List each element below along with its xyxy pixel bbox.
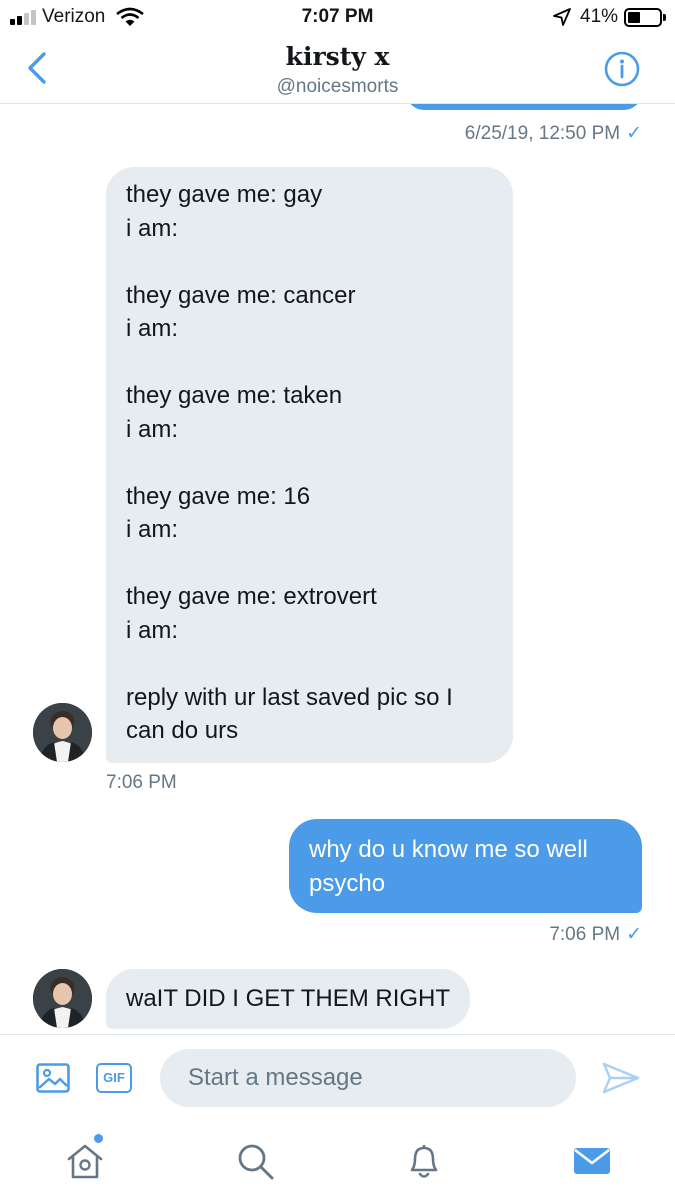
sent-message-bubble[interactable] [406, 104, 642, 110]
checkmark-icon: ✓ [626, 924, 642, 945]
image-icon[interactable] [36, 1063, 70, 1093]
timestamp-text: 7:06 PM [549, 924, 621, 945]
home-icon[interactable] [64, 1140, 106, 1182]
battery-level [628, 12, 640, 23]
battery-cap [663, 14, 666, 21]
notifications-icon[interactable] [403, 1140, 445, 1182]
location-arrow-icon [553, 8, 571, 26]
received-message-bubble[interactable]: they gave me: gay i am: they gave me: ca… [106, 167, 513, 763]
conversation-handle[interactable]: @noicesmorts [0, 76, 675, 98]
messages-icon[interactable] [571, 1140, 613, 1182]
battery-percent: 41% [580, 6, 619, 27]
conversation-header: kirsty x @noicesmorts [0, 36, 675, 104]
checkmark-icon: ✓ [626, 123, 642, 144]
timestamp-text: 6/25/19, 12:50 PM [464, 123, 621, 144]
battery-icon [624, 8, 662, 27]
status-time: 7:07 PM [301, 6, 374, 27]
avatar[interactable] [33, 703, 92, 762]
new-notification-dot [94, 1134, 103, 1143]
message-composer: GIF [0, 1034, 675, 1124]
message-timestamp: 6/25/19, 12:50 PM ✓ [465, 122, 642, 145]
message-timestamp: 7:06 PM [106, 772, 177, 793]
conversation-title[interactable]: kirsty x [0, 42, 675, 71]
message-list[interactable]: 6/25/19, 12:50 PM ✓ they gave me: gay i a… [0, 104, 675, 1034]
message-timestamp: 7:06 PM ✓ [549, 923, 642, 946]
info-icon[interactable] [604, 51, 640, 87]
avatar-image [33, 969, 92, 1028]
send-icon[interactable] [602, 1061, 640, 1095]
status-bar: Verizon 7:07 PM 41% [0, 0, 675, 36]
gif-button[interactable]: GIF [96, 1063, 132, 1093]
search-icon[interactable] [234, 1140, 276, 1182]
sent-message-bubble[interactable]: why do u know me so well psycho [289, 819, 642, 913]
received-message-bubble[interactable]: waIT DID I GET THEM RIGHT [106, 969, 471, 1029]
avatar[interactable] [33, 969, 92, 1028]
avatar-image [33, 703, 92, 762]
message-input[interactable] [160, 1049, 576, 1107]
